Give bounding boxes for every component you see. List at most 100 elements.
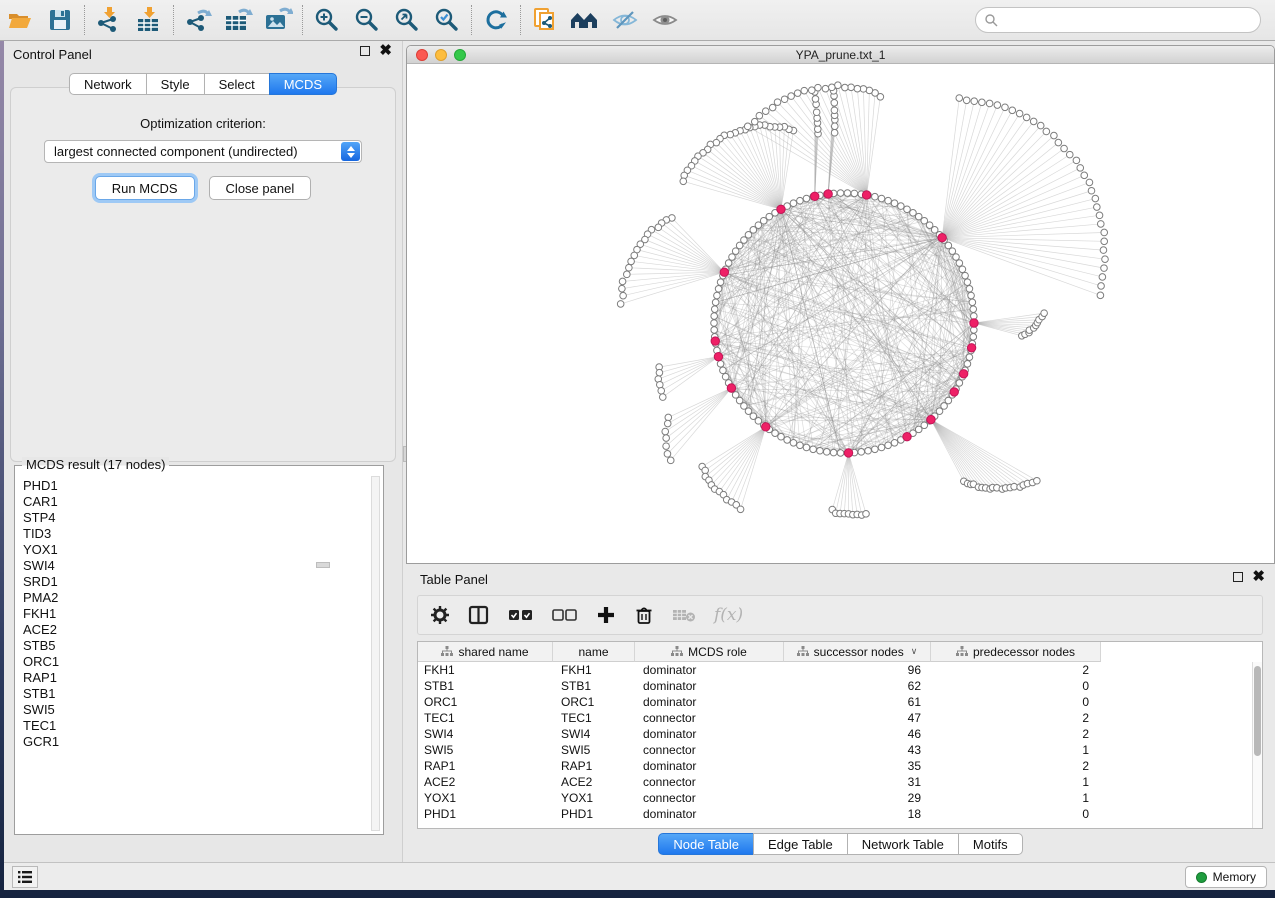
tab-network-table[interactable]: Network Table (847, 833, 959, 855)
mcds-list-scrollbar[interactable] (371, 476, 380, 831)
add-column-icon[interactable] (596, 605, 616, 625)
zoom-in-button[interactable] (307, 3, 347, 37)
tab-mcds[interactable]: MCDS (269, 73, 337, 95)
table-cell: STB1 (418, 679, 553, 693)
table-cell: 47 (784, 711, 931, 725)
open-file-button[interactable] (0, 3, 40, 37)
mcds-result-item[interactable]: STP4 (23, 510, 369, 526)
export-table-button[interactable] (218, 3, 258, 37)
table-scrollbar[interactable] (1252, 662, 1262, 828)
horizontal-splitter-handle[interactable] (316, 562, 330, 568)
mcds-result-item[interactable]: STB1 (23, 686, 369, 702)
hide-selected-button[interactable] (605, 3, 645, 37)
table-row[interactable]: SWI4SWI4dominator462 (418, 726, 1252, 742)
memory-button[interactable]: Memory (1185, 866, 1267, 888)
duplicate-network-button[interactable] (525, 3, 565, 37)
mcds-result-item[interactable]: TID3 (23, 526, 369, 542)
list-icon (17, 870, 33, 884)
mcds-result-list[interactable]: PHD1CAR1STP4TID3YOX1SWI4SRD1PMA2FKH1ACE2… (16, 474, 369, 833)
close-window-icon[interactable] (416, 49, 428, 61)
delete-icon[interactable] (634, 605, 654, 625)
export-image-button[interactable] (258, 3, 298, 37)
table-cell: 35 (784, 759, 931, 773)
network-canvas[interactable] (407, 64, 1275, 564)
first-neighbors-button[interactable] (565, 3, 605, 37)
table-cell: 2 (931, 727, 1101, 741)
mcds-result-item[interactable]: STB5 (23, 638, 369, 654)
table-row[interactable]: TEC1TEC1connector472 (418, 710, 1252, 726)
control-panel-header: Control Panel ✖ (4, 41, 402, 67)
mcds-result-item[interactable]: CAR1 (23, 494, 369, 510)
tab-motifs[interactable]: Motifs (958, 833, 1023, 855)
tab-network[interactable]: Network (69, 73, 147, 95)
zoom-selected-icon (433, 6, 461, 34)
table-cell: dominator (635, 663, 784, 677)
table-cell: ORC1 (418, 695, 553, 709)
tab-node-table[interactable]: Node Table (658, 833, 754, 855)
save-session-button[interactable] (40, 3, 80, 37)
table-scrollbar-thumb[interactable] (1254, 666, 1261, 756)
table-row[interactable]: FKH1FKH1dominator962 (418, 662, 1252, 678)
mcds-result-item[interactable]: SWI5 (23, 702, 369, 718)
table-row[interactable]: PHD1PHD1dominator180 (418, 806, 1252, 822)
search-input[interactable] (1004, 13, 1260, 28)
network-titlebar[interactable]: YPA_prune.txt_1 (407, 46, 1274, 64)
zoom-selected-button[interactable] (427, 3, 467, 37)
table-cell: ACE2 (553, 775, 635, 789)
import-table-button[interactable] (129, 3, 169, 37)
deselect-all-icon[interactable] (552, 607, 578, 623)
table-row[interactable]: STB1STB1dominator620 (418, 678, 1252, 694)
zoom-out-button[interactable] (347, 3, 387, 37)
tab-select[interactable]: Select (204, 73, 270, 95)
mcds-result-item[interactable]: PHD1 (23, 478, 369, 494)
close-panel-icon[interactable]: ✖ (379, 46, 392, 56)
close-panel-button[interactable]: Close panel (209, 176, 312, 200)
tab-edge-table[interactable]: Edge Table (753, 833, 848, 855)
column-header-shared-name[interactable]: shared name (418, 642, 553, 662)
export-network-button[interactable] (178, 3, 218, 37)
table-row[interactable]: ACE2ACE2connector311 (418, 774, 1252, 790)
table-row[interactable]: RAP1RAP1dominator352 (418, 758, 1252, 774)
import-network-button[interactable] (89, 3, 129, 37)
mcds-result-item[interactable]: GCR1 (23, 734, 369, 750)
table-cell: 29 (784, 791, 931, 805)
mcds-result-item[interactable]: RAP1 (23, 670, 369, 686)
task-history-button[interactable] (12, 866, 38, 888)
float-panel-icon[interactable] (360, 46, 370, 56)
mcds-result-item[interactable]: TEC1 (23, 718, 369, 734)
criterion-selected-value: largest connected component (undirected) (54, 144, 298, 159)
mcds-result-item[interactable]: ACE2 (23, 622, 369, 638)
maximize-window-icon[interactable] (454, 49, 466, 61)
mcds-result-item[interactable]: FKH1 (23, 606, 369, 622)
mcds-result-item[interactable]: ORC1 (23, 654, 369, 670)
select-all-icon[interactable] (508, 607, 534, 623)
refresh-button[interactable] (476, 3, 516, 37)
float-table-panel-icon[interactable] (1233, 572, 1243, 582)
mcds-result-item[interactable]: SRD1 (23, 574, 369, 590)
close-table-panel-icon[interactable]: ✖ (1252, 572, 1265, 582)
minimize-window-icon[interactable] (435, 49, 447, 61)
select-stepper-icon (341, 142, 360, 161)
export-network-icon (183, 6, 213, 34)
table-row[interactable]: SWI5SWI5connector431 (418, 742, 1252, 758)
toolbar-separator (520, 5, 521, 35)
table-row[interactable]: YOX1YOX1connector291 (418, 790, 1252, 806)
search-field[interactable] (975, 7, 1261, 33)
table-cell: 2 (931, 711, 1101, 725)
column-header-name[interactable]: name (553, 642, 635, 662)
table-settings-gear-icon[interactable] (430, 605, 450, 625)
show-columns-icon[interactable] (468, 605, 490, 625)
criterion-select[interactable]: largest connected component (undirected) (44, 140, 362, 163)
column-header-predecessor-nodes[interactable]: predecessor nodes (931, 642, 1101, 662)
column-header-mcds-role[interactable]: MCDS role (635, 642, 784, 662)
run-mcds-button[interactable]: Run MCDS (95, 176, 195, 200)
mcds-result-item[interactable]: PMA2 (23, 590, 369, 606)
zoom-fit-button[interactable] (387, 3, 427, 37)
table-row[interactable]: ORC1ORC1dominator610 (418, 694, 1252, 710)
toolbar-separator (471, 5, 472, 35)
mcds-result-item[interactable]: YOX1 (23, 542, 369, 558)
control-panel: Control Panel ✖ Network Style Select MCD… (4, 41, 402, 862)
show-all-button[interactable] (645, 3, 685, 37)
column-header-successor-nodes[interactable]: successor nodes ∨ (784, 642, 931, 662)
tab-style[interactable]: Style (146, 73, 205, 95)
